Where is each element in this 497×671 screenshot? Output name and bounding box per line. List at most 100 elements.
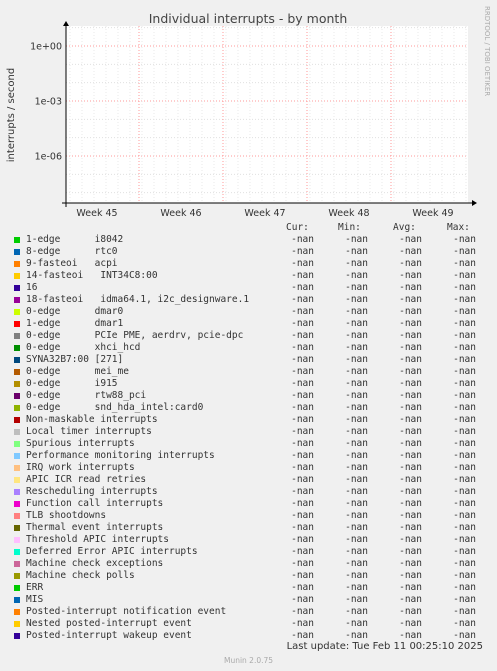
legend-value-max: -nan	[453, 486, 476, 497]
legend-row: MIS -nan -nan -nan -nan	[0, 594, 497, 606]
legend-value-max: -nan	[453, 438, 476, 449]
legend-row: Machine check polls -nan -nan -nan -nan	[0, 570, 497, 582]
legend-value-max: -nan	[453, 558, 476, 569]
legend-value-min: -nan	[345, 594, 368, 605]
plot-area	[66, 26, 468, 203]
legend-label: IRQ work interrupts	[26, 462, 135, 473]
legend-value-max: -nan	[453, 462, 476, 473]
legend-value-avg: -nan	[399, 546, 422, 557]
legend-value-min: -nan	[345, 390, 368, 401]
legend-value-min: -nan	[345, 330, 368, 341]
legend-label: APIC ICR read retries	[26, 474, 147, 485]
legend-value-max: -nan	[453, 534, 476, 545]
legend-value-min: -nan	[345, 270, 368, 281]
header-avg: Avg:	[393, 222, 416, 233]
legend-row: 14-fasteoi INT34C8:00 -nan -nan -nan -nan	[0, 270, 497, 282]
legend-value-avg: -nan	[399, 510, 422, 521]
legend-value-max: -nan	[453, 426, 476, 437]
legend-label: ERR	[26, 582, 44, 593]
legend-value-max: -nan	[453, 318, 476, 329]
legend-value-max: -nan	[453, 354, 476, 365]
legend-row: Rescheduling interrupts -nan -nan -nan -nan	[0, 486, 497, 498]
legend-swatch	[14, 513, 20, 519]
legend-label: 1-edge dmar1	[26, 318, 124, 329]
legend-value-avg: -nan	[399, 330, 422, 341]
legend-row: ERR -nan -nan -nan -nan	[0, 582, 497, 594]
legend-value-min: -nan	[345, 558, 368, 569]
legend-swatch	[14, 633, 20, 639]
legend-value-cur: -nan	[291, 270, 314, 281]
legend-value-avg: -nan	[399, 558, 422, 569]
legend-value-min: -nan	[345, 438, 368, 449]
legend-value-max: -nan	[453, 402, 476, 413]
legend-value-avg: -nan	[399, 378, 422, 389]
legend-value-cur: -nan	[291, 294, 314, 305]
legend-label: 8-edge rtc0	[26, 246, 118, 257]
legend-value-cur: -nan	[291, 462, 314, 473]
legend-value-min: -nan	[345, 402, 368, 413]
legend-value-avg: -nan	[399, 306, 422, 317]
legend-value-avg: -nan	[399, 498, 422, 509]
legend-value-min: -nan	[345, 318, 368, 329]
y-tick-label: 1e+00	[30, 42, 62, 53]
legend-value-min: -nan	[345, 486, 368, 497]
legend-swatch	[14, 369, 20, 375]
legend-value-avg: -nan	[399, 342, 422, 353]
legend-label: MIS	[26, 594, 44, 605]
legend-value-min: -nan	[345, 354, 368, 365]
legend-value-avg: -nan	[399, 414, 422, 425]
legend-value-avg: -nan	[399, 258, 422, 269]
y-axis-label: interrupts / second	[6, 68, 17, 162]
legend-swatch	[14, 357, 20, 363]
legend-swatch	[14, 549, 20, 555]
legend-value-avg: -nan	[399, 282, 422, 293]
legend-value-min: -nan	[345, 246, 368, 257]
x-tick-label: Week 47	[244, 208, 285, 219]
legend-label: 0-edge PCIe PME, aerdrv, pcie-dpc	[26, 330, 244, 341]
legend-value-max: -nan	[453, 606, 476, 617]
legend-swatch	[14, 261, 20, 267]
legend-label: 0-edge rtw88_pci	[26, 390, 147, 401]
legend-value-avg: -nan	[399, 486, 422, 497]
legend-row: 0-edge snd_hda_intel:card0 -nan -nan -nan -n…	[0, 402, 497, 414]
legend-label: 0-edge i915	[26, 378, 118, 389]
legend-value-cur: -nan	[291, 414, 314, 425]
legend-value-cur: -nan	[291, 498, 314, 509]
legend-label: 1-edge i8042	[26, 234, 124, 245]
legend-swatch	[14, 621, 20, 627]
legend-row: 0-edge mei_me -nan -nan -nan -nan	[0, 366, 497, 378]
legend-row: Thermal event interrupts -nan -nan -nan -nan	[0, 522, 497, 534]
legend-value-min: -nan	[345, 522, 368, 533]
legend-value-avg: -nan	[399, 462, 422, 473]
legend-value-max: -nan	[453, 282, 476, 293]
legend-value-min: -nan	[345, 546, 368, 557]
legend-value-min: -nan	[345, 606, 368, 617]
legend-label: Machine check exceptions	[26, 558, 164, 569]
legend-header: Cur: Min: Avg: Max:	[0, 222, 497, 234]
legend-value-avg: -nan	[399, 618, 422, 629]
x-tick-label: Week 46	[160, 208, 201, 219]
legend-label: Local timer interrupts	[26, 426, 152, 437]
legend-row: 0-edge i915 -nan -nan -nan -nan	[0, 378, 497, 390]
legend-value-max: -nan	[453, 582, 476, 593]
legend-swatch	[14, 393, 20, 399]
legend-value-avg: -nan	[399, 402, 422, 413]
header-max: Max:	[447, 222, 470, 233]
legend-swatch	[14, 501, 20, 507]
legend-row: 1-edge dmar1 -nan -nan -nan -nan	[0, 318, 497, 330]
legend-label: 0-edge snd_hda_intel:card0	[26, 402, 204, 413]
legend-value-min: -nan	[345, 450, 368, 461]
legend-value-max: -nan	[453, 246, 476, 257]
legend-swatch	[14, 465, 20, 471]
legend-value-cur: -nan	[291, 486, 314, 497]
legend-label: Deferred Error APIC interrupts	[26, 546, 198, 557]
legend-value-cur: -nan	[291, 390, 314, 401]
legend-value-min: -nan	[345, 510, 368, 521]
legend-value-cur: -nan	[291, 318, 314, 329]
legend: Cur: Min: Avg: Max: 1-edge i8042 -nan -nan…	[0, 222, 497, 642]
legend-row: 9-fasteoi acpi -nan -nan -nan -nan	[0, 258, 497, 270]
legend-swatch	[14, 405, 20, 411]
legend-swatch	[14, 417, 20, 423]
header-min: Min:	[338, 222, 361, 233]
legend-swatch	[14, 597, 20, 603]
